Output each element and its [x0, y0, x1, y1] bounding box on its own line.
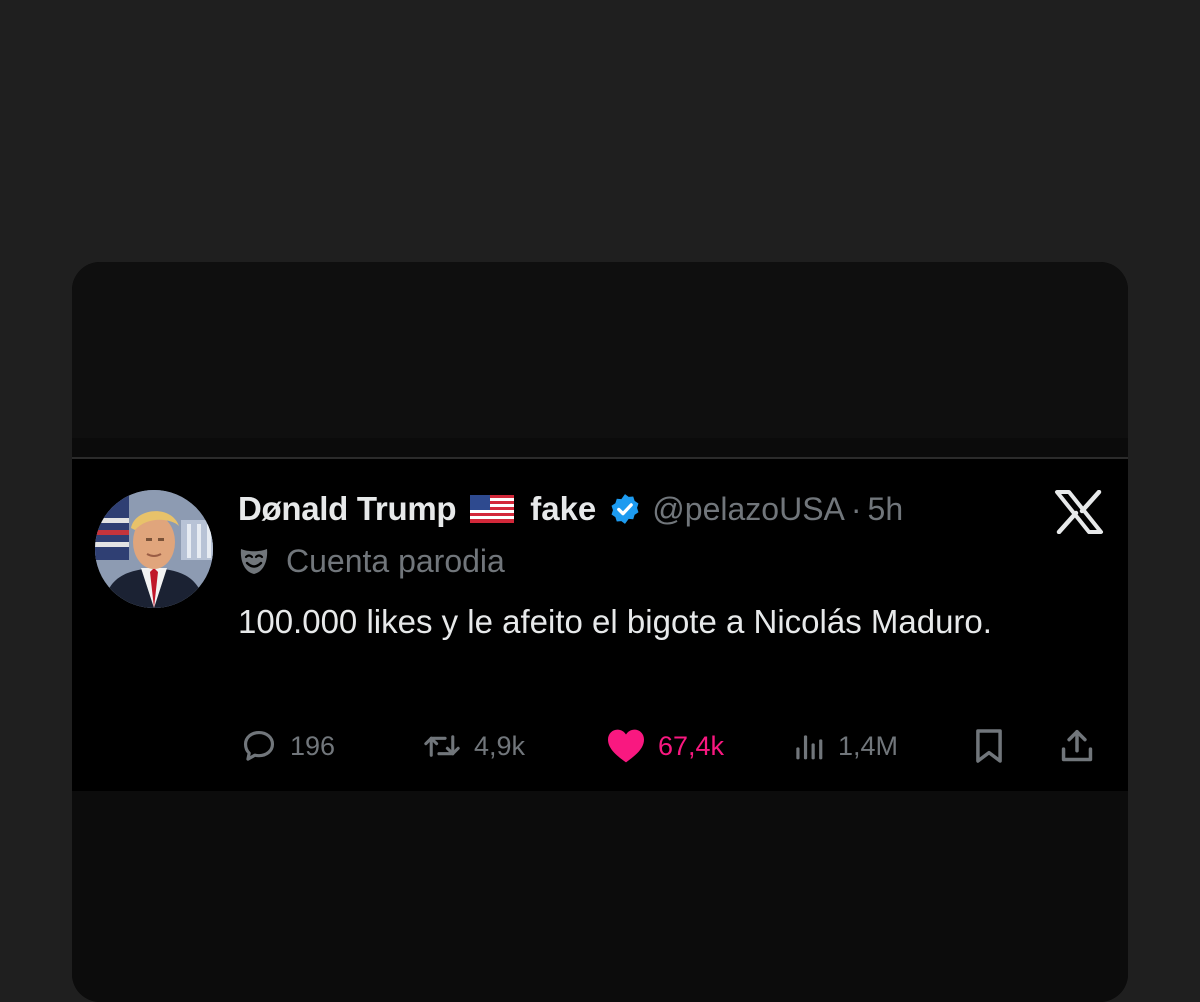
views-count: 1,4M — [838, 730, 899, 761]
reply-icon — [243, 730, 275, 761]
bookmark-icon — [976, 729, 1002, 763]
views-button[interactable]: 1,4M — [792, 721, 898, 771]
tweet-header: Dønald Trump fake @pelazoUSA · 5h — [238, 487, 903, 531]
reply-button[interactable]: 196 — [240, 721, 335, 771]
like-button[interactable]: 67,4k — [606, 721, 724, 771]
heart-icon — [608, 729, 644, 763]
repost-icon — [424, 735, 460, 757]
like-count: 67,4k — [658, 730, 725, 761]
x-logo-icon[interactable] — [1054, 489, 1104, 535]
us-flag-icon — [470, 495, 515, 523]
separator-dot: · — [850, 490, 862, 527]
parody-text: Cuenta parodia — [286, 542, 505, 579]
display-name[interactable]: Dønald Trump — [238, 490, 457, 528]
avatar[interactable] — [95, 490, 213, 608]
share-button[interactable] — [1058, 721, 1096, 771]
parody-account-label: Cuenta parodia — [238, 541, 505, 581]
reply-count: 196 — [290, 730, 336, 761]
tweet[interactable]: Dønald Trump fake @pelazoUSA · 5h Cuenta… — [72, 459, 1128, 791]
share-icon — [1061, 730, 1093, 762]
verified-badge-icon — [608, 492, 642, 526]
repost-button[interactable]: 4,9k — [422, 721, 525, 771]
handle[interactable]: @pelazoUSA — [652, 491, 845, 528]
tweet-text: 100.000 likes y le afeito el bigote a Ni… — [238, 603, 992, 640]
bookmark-button[interactable] — [972, 721, 1006, 771]
repost-count: 4,9k — [474, 730, 526, 761]
card-bottom-area — [72, 791, 1128, 1002]
tweet-actions: 196 4,9k 67,4k 1,4M — [240, 721, 1108, 771]
parody-mask-icon — [238, 546, 270, 576]
card-top-area — [72, 262, 1128, 438]
views-icon — [796, 735, 823, 760]
screenshot-card: Dønald Trump fake @pelazoUSA · 5h Cuenta… — [72, 262, 1128, 1002]
name-suffix-label: fake — [530, 490, 597, 527]
timestamp[interactable]: 5h — [868, 491, 904, 528]
